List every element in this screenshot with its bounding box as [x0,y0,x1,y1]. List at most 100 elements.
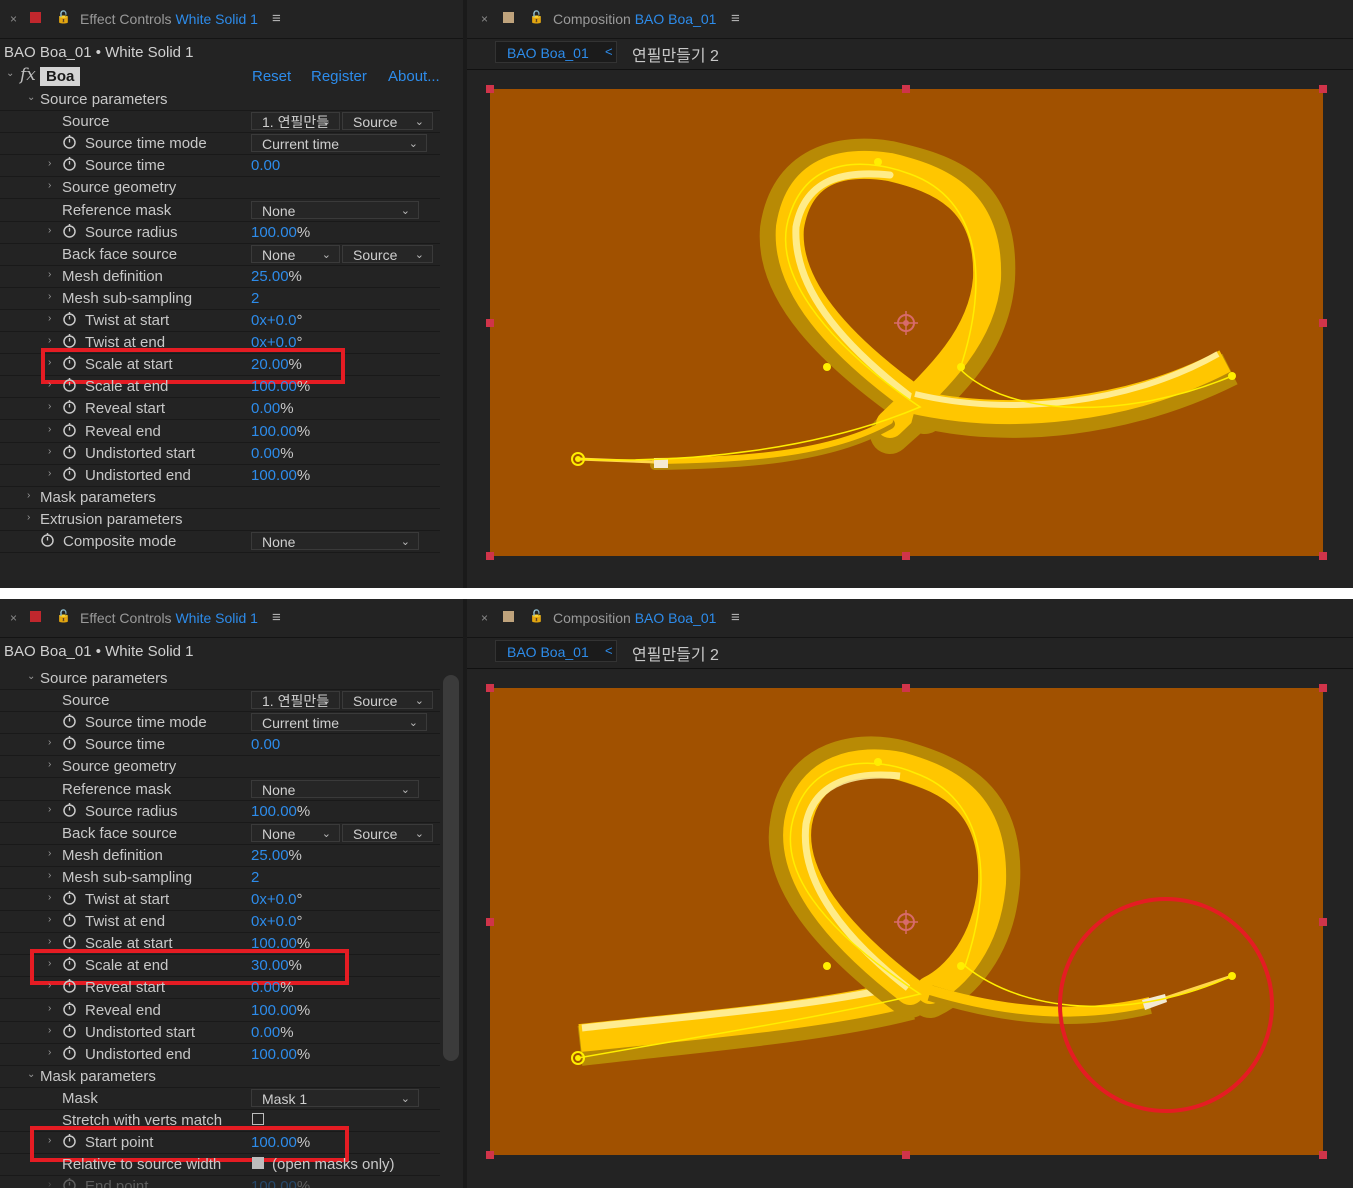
close-icon[interactable]: × [10,611,17,625]
stopwatch-icon[interactable] [62,333,77,348]
param-row-reveal-start[interactable]: › Reveal start 0.00% [0,397,440,421]
param-dropdown[interactable]: Current time ⌄ [251,134,427,153]
transform-handle[interactable] [486,552,494,560]
transform-handle[interactable] [902,85,910,93]
twirl-closed-icon[interactable]: › [48,892,51,903]
param-row-source-geometry[interactable]: › Source geometry [0,176,440,200]
transform-handle[interactable] [486,918,494,926]
stopwatch-icon[interactable] [62,377,77,393]
param-dropdown-secondary[interactable]: Source ⌄ [342,823,433,842]
stopwatch-icon[interactable] [62,934,77,949]
panel-menu-icon[interactable]: ≡ [272,609,281,626]
twirl-closed-icon[interactable]: › [48,158,51,169]
param-value[interactable]: 25.00% [251,268,302,285]
param-value[interactable]: 0.00 [251,736,280,753]
twirl-closed-icon[interactable]: › [48,804,51,815]
breadcrumb-precomp[interactable]: 연필만들기 2 [632,42,719,66]
stopwatch-icon[interactable] [62,156,77,172]
twirl-closed-icon[interactable]: › [48,225,51,236]
param-dropdown[interactable]: None ⌄ [251,200,419,219]
stopwatch-icon[interactable] [40,532,55,547]
param-row-source-time[interactable]: › Source time 0.00 [0,154,440,178]
stopwatch-icon[interactable] [62,1001,77,1016]
transform-handle[interactable] [1319,552,1327,560]
twirl-closed-icon[interactable]: › [48,936,51,947]
breadcrumb-back-icon[interactable]: < [605,44,613,59]
param-row-relative-to-source-width[interactable]: Relative to source width (open masks only… [0,1153,440,1177]
close-icon[interactable]: × [10,12,17,26]
param-value[interactable]: 100.00% [251,423,310,440]
effect-name[interactable]: Boa [40,67,81,86]
twirl-closed-icon[interactable]: › [48,335,51,346]
param-checkbox[interactable] [252,1113,264,1125]
transform-handle[interactable] [486,319,494,327]
param-value[interactable]: 0x+0.0° [251,312,302,329]
transform-handle[interactable] [1319,1151,1327,1159]
param-row-source-parameters[interactable]: ⌄ Source parameters [0,88,440,111]
param-checkbox[interactable] [252,1157,264,1170]
param-row-mesh-sub-sampling[interactable]: › Mesh sub-sampling 2 [0,866,440,889]
close-icon[interactable]: × [481,12,488,26]
fx-icon[interactable]: fx [20,65,36,85]
stopwatch-icon[interactable] [62,1045,77,1060]
twirl-closed-icon[interactable]: › [48,980,51,991]
lock-icon[interactable]: 🔓 [56,10,71,24]
param-dropdown-secondary[interactable]: Source ⌄ [342,112,433,131]
param-row-source-time-mode[interactable]: Source time mode Current time ⌄ [0,711,440,735]
param-row-extrusion-parameters[interactable]: › Extrusion parameters [0,508,440,531]
anchor-point-icon[interactable] [894,910,918,934]
param-row-source-geometry[interactable]: › Source geometry [0,755,440,779]
twirl-closed-icon[interactable]: › [48,180,51,191]
param-row-reference-mask[interactable]: Reference mask None ⌄ [0,199,440,222]
param-value[interactable]: 0.00% [251,979,294,996]
param-row-mask-parameters[interactable]: ⌄ Mask parameters [0,1065,440,1088]
stopwatch-icon[interactable] [62,978,77,994]
transform-handle[interactable] [1319,85,1327,93]
stopwatch-icon[interactable] [62,713,77,728]
param-row-source-radius[interactable]: › Source radius 100.00% [0,221,440,244]
param-row-twist-at-start[interactable]: › Twist at start 0x+0.0° [0,309,440,332]
param-value[interactable]: 100.00% [251,1046,310,1063]
twirl-open-icon[interactable]: ⌄ [27,671,35,682]
param-row-source-radius[interactable]: › Source radius 100.00% [0,800,440,823]
param-dropdown-primary[interactable]: 1. 연필만들 ⌄ [251,112,340,131]
panel-menu-icon[interactable]: ≡ [272,10,281,27]
composition-canvas[interactable] [490,688,1323,1155]
stopwatch-icon[interactable] [62,422,77,437]
breadcrumb-comp[interactable]: BAO Boa_01 [495,41,617,63]
param-row-mask[interactable]: Mask Mask 1 ⌄ [0,1087,440,1110]
composition-tab[interactable]: Composition BAO Boa_01 [553,610,716,626]
twirl-open-icon[interactable]: ⌄ [27,92,35,103]
twirl-closed-icon[interactable]: › [27,490,30,501]
twirl-closed-icon[interactable]: › [48,1003,51,1014]
param-dropdown[interactable]: None ⌄ [251,532,419,550]
param-row-undistorted-end[interactable]: › Undistorted end 100.00% [0,464,440,487]
twirl-open-icon[interactable]: ⌄ [6,68,14,79]
stopwatch-icon[interactable] [62,134,77,149]
anchor-point-icon[interactable] [894,311,918,335]
transform-handle[interactable] [1319,319,1327,327]
param-row-mesh-sub-sampling[interactable]: › Mesh sub-sampling 2 [0,287,440,310]
stopwatch-icon[interactable] [62,1023,77,1038]
param-row-source-parameters[interactable]: ⌄ Source parameters [0,667,440,690]
twirl-closed-icon[interactable]: › [48,914,51,925]
param-value[interactable]: 100.00% [251,1002,310,1019]
twirl-closed-icon[interactable]: › [48,446,51,457]
lock-icon[interactable]: 🔓 [56,609,71,623]
twirl-closed-icon[interactable]: › [48,269,51,280]
effect-controls-tab[interactable]: Effect Controls White Solid 1 [80,610,258,626]
param-dropdown-secondary[interactable]: Source ⌄ [342,691,433,710]
twirl-open-icon[interactable]: ⌄ [27,1069,35,1080]
param-dropdown-secondary[interactable]: Source ⌄ [342,244,433,263]
param-value[interactable]: 0x+0.0° [251,913,302,930]
stopwatch-icon[interactable] [62,735,77,751]
stopwatch-icon[interactable] [62,444,77,459]
twirl-closed-icon[interactable]: › [48,870,51,881]
about-link[interactable]: About... [388,68,440,85]
param-row-source[interactable]: Source 1. 연필만들 ⌄ Source ⌄ [0,689,440,713]
param-value[interactable]: 0x+0.0° [251,891,302,908]
param-row-reveal-end[interactable]: › Reveal end 100.00% [0,999,440,1022]
param-row-undistorted-start[interactable]: › Undistorted start 0.00% [0,1021,440,1044]
param-row-back-face-source[interactable]: Back face source None ⌄ Source ⌄ [0,822,440,845]
reset-link[interactable]: Reset [252,68,291,85]
